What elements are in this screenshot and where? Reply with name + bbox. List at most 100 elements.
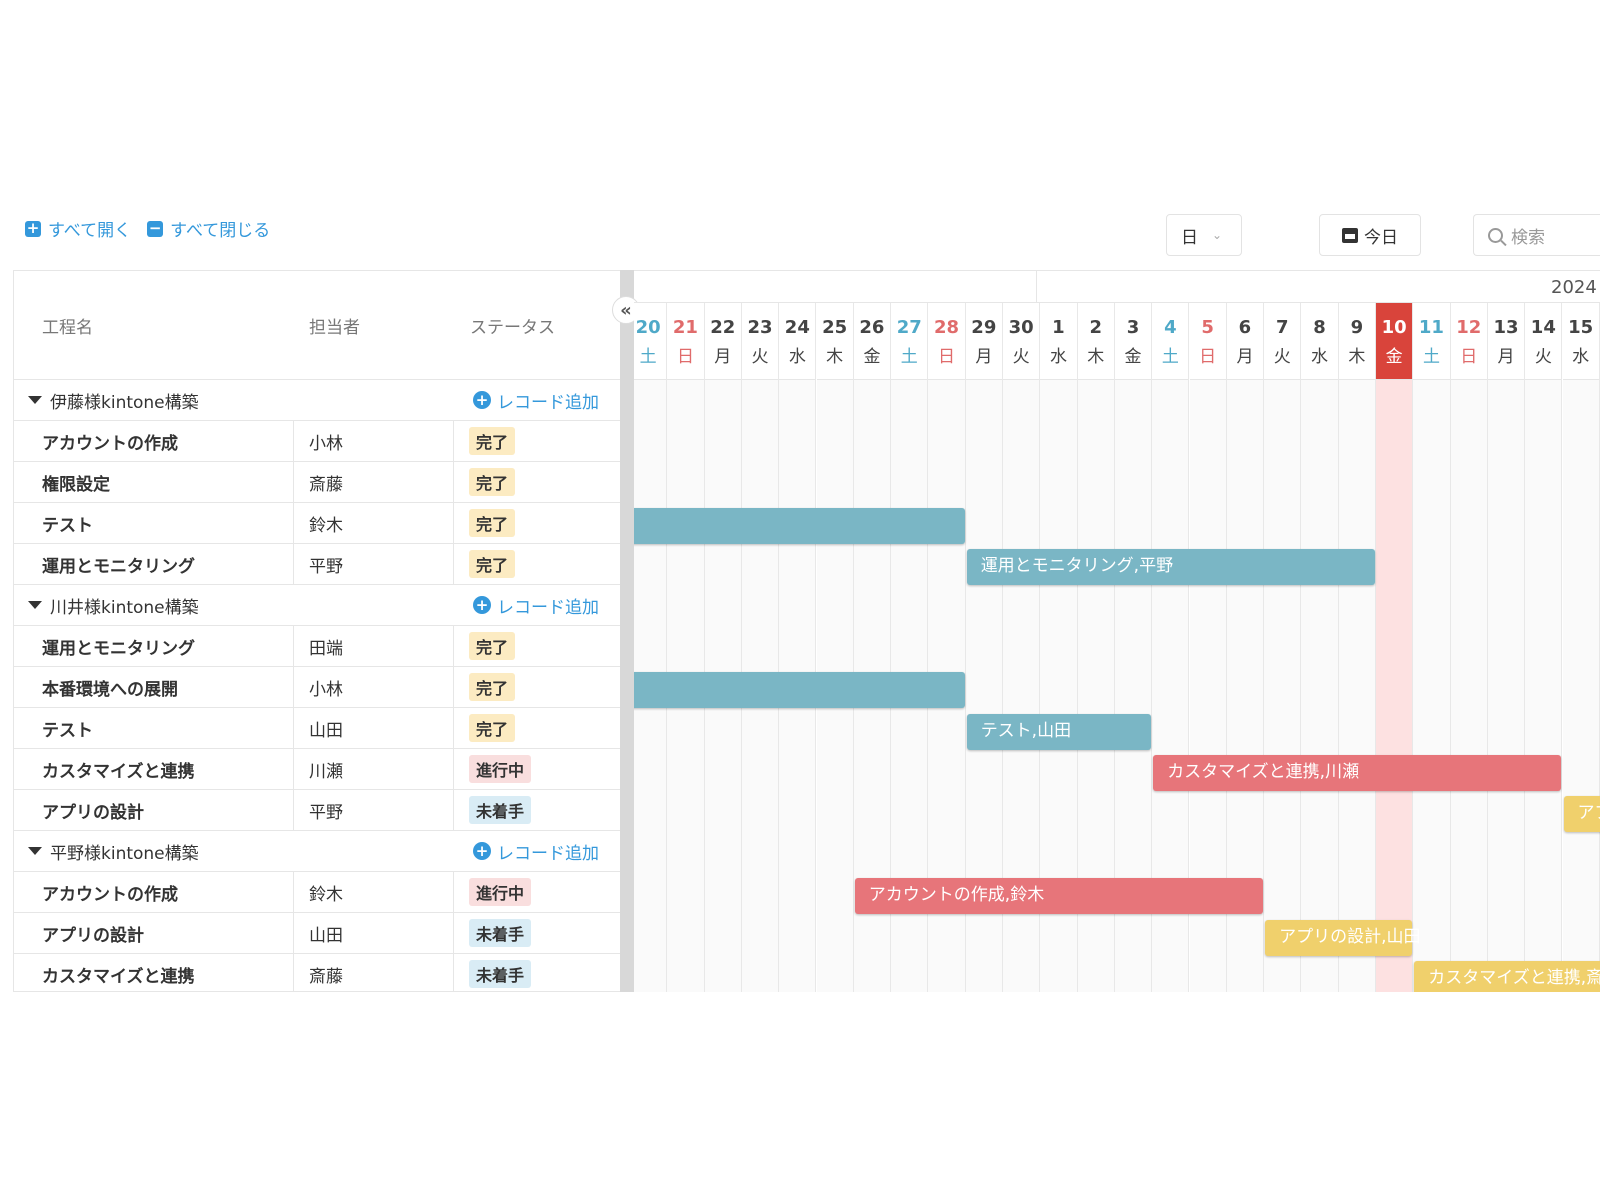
task-assignee: 山田 bbox=[294, 708, 454, 748]
add-record-button[interactable]: + レコード追加 bbox=[473, 839, 599, 864]
add-record-button[interactable]: + レコード追加 bbox=[473, 388, 599, 413]
task-name[interactable]: 権限設定 bbox=[14, 462, 294, 502]
search-input[interactable]: 検索 bbox=[1473, 214, 1600, 256]
day-weekday: 月 bbox=[714, 347, 732, 367]
today-button[interactable]: 今日 bbox=[1319, 214, 1421, 256]
task-name[interactable]: 運用とモニタリング bbox=[14, 626, 294, 666]
day-weekday: 木 bbox=[1348, 347, 1366, 367]
task-status-cell: 未着手 bbox=[454, 913, 532, 953]
gantt-bar[interactable]: アプリの設計,山田 bbox=[1265, 919, 1421, 956]
day-column: 25 木 bbox=[816, 303, 854, 992]
gantt-bar[interactable]: 運用とモニタリング,平野 bbox=[966, 548, 1375, 585]
day-header: 15 水 bbox=[1562, 303, 1599, 380]
task-name[interactable]: テスト bbox=[14, 708, 294, 748]
task-name[interactable]: アプリの設計 bbox=[14, 790, 294, 830]
table-row[interactable]: アカウントの作成 鈴木 進行中 bbox=[14, 872, 620, 913]
day-header: 5日 bbox=[1189, 303, 1226, 380]
day-number: 25 bbox=[822, 317, 848, 338]
day-header: 26 金 bbox=[853, 303, 891, 380]
day-column: 15 水 bbox=[1562, 303, 1600, 992]
day-header: 3金 bbox=[1114, 303, 1152, 380]
table-row[interactable]: テスト 鈴木 完了 bbox=[14, 503, 620, 544]
task-status-cell: 完了 bbox=[454, 626, 516, 666]
collapse-all-button[interactable]: − すべて閉じる bbox=[147, 216, 270, 241]
day-header: 20 土 bbox=[634, 303, 667, 380]
day-header: 7火 bbox=[1264, 303, 1301, 380]
plus-circle-icon: + bbox=[473, 842, 491, 860]
plus-square-icon: + bbox=[25, 218, 41, 237]
header-task-name[interactable]: 工程名 bbox=[14, 313, 294, 338]
header-assignee[interactable]: 担当者 bbox=[294, 313, 454, 338]
task-name[interactable]: カスタマイズと連携 bbox=[14, 954, 294, 991]
day-column: 23 火 bbox=[741, 303, 780, 992]
task-name[interactable]: アカウントの作成 bbox=[14, 872, 294, 912]
table-row[interactable]: 運用とモニタリング 田端 完了 bbox=[14, 626, 620, 667]
task-assignee: 平野 bbox=[294, 790, 454, 830]
table-row[interactable]: カスタマイズと連携 斎藤 未着手 bbox=[14, 954, 620, 991]
table-row[interactable]: アカウントの作成 小林 完了 bbox=[14, 421, 620, 462]
day-column: 9木 bbox=[1338, 303, 1376, 992]
gantt-bar[interactable]: J,小林 bbox=[634, 672, 965, 709]
add-record-button[interactable]: + レコード追加 bbox=[473, 593, 599, 618]
day-column: 7火 bbox=[1264, 303, 1302, 992]
gantt-bar[interactable]: アカウントの作成,鈴木 bbox=[854, 878, 1264, 915]
table-row[interactable]: アプリの設計 山田 未着手 bbox=[14, 913, 620, 954]
day-header: 1水 bbox=[1040, 303, 1077, 380]
double-chevron-left-icon: « bbox=[620, 299, 632, 321]
task-name[interactable]: アプリの設計 bbox=[14, 913, 294, 953]
task-name[interactable]: テスト bbox=[14, 503, 294, 543]
day-header: 21 日 bbox=[667, 303, 704, 380]
day-number: 26 bbox=[859, 317, 885, 338]
day-number: 14 bbox=[1530, 317, 1556, 338]
status-badge: 進行中 bbox=[469, 755, 532, 783]
day-header: 24 水 bbox=[779, 303, 816, 380]
expand-all-button[interactable]: + すべて開く bbox=[25, 216, 131, 241]
gantt-chart: 2024 20 土 21 日 22 月 23 火 24 水 25 木 26 金 27 土 28 日 29 月 30 火 1 水… bbox=[634, 270, 1600, 992]
view-scale-select[interactable]: 日 ⌄ bbox=[1166, 214, 1242, 256]
table-row[interactable]: 運用とモニタリング 平野 完了 bbox=[14, 544, 620, 585]
panel-splitter[interactable] bbox=[620, 270, 634, 992]
table-row[interactable]: 本番環境への展開 小林 完了 bbox=[14, 667, 620, 708]
table-row[interactable]: カスタマイズと連携 川瀬 進行中 bbox=[14, 749, 620, 790]
day-header: 30 火 bbox=[1003, 303, 1040, 380]
day-number: 29 bbox=[971, 317, 997, 338]
task-name[interactable]: アカウントの作成 bbox=[14, 421, 294, 461]
table-row[interactable]: アプリの設計 平野 未着手 bbox=[14, 790, 620, 831]
gantt-bar[interactable]: カスタマイズと連携,斎藤 bbox=[1414, 960, 1600, 992]
task-name[interactable]: カスタマイズと連携 bbox=[14, 749, 294, 789]
group-row[interactable]: 伊藤様kintone構築 + レコード追加 bbox=[14, 380, 620, 421]
day-number: 13 bbox=[1493, 317, 1519, 338]
status-badge: 完了 bbox=[469, 509, 516, 537]
day-weekday: 火 bbox=[751, 347, 769, 367]
gantt-bar[interactable]: アプリの bbox=[1563, 796, 1600, 832]
group-row[interactable]: 川井様kintone構築 + レコード追加 bbox=[14, 585, 620, 626]
day-header: 10 金 bbox=[1376, 303, 1413, 380]
task-table-header: 工程名 担当者 ステータス bbox=[14, 271, 620, 380]
task-status-cell: 完了 bbox=[454, 503, 516, 543]
gantt-bar[interactable] bbox=[634, 507, 965, 544]
table-row[interactable]: テスト 山田 完了 bbox=[14, 708, 620, 749]
task-name[interactable]: 運用とモニタリング bbox=[14, 544, 294, 584]
header-status[interactable]: ステータス bbox=[454, 313, 555, 338]
caret-down-icon[interactable] bbox=[28, 847, 42, 855]
day-number: 3 bbox=[1126, 317, 1140, 338]
expand-all-label: すべて開く bbox=[48, 221, 132, 241]
day-weekday: 月 bbox=[1497, 347, 1515, 367]
task-name[interactable]: 本番環境への展開 bbox=[14, 667, 294, 707]
gantt-bar[interactable]: テスト,山田 bbox=[966, 713, 1152, 750]
caret-down-icon[interactable] bbox=[28, 396, 42, 404]
group-row[interactable]: 平野様kintone構築 + レコード追加 bbox=[14, 831, 620, 872]
caret-down-icon[interactable] bbox=[28, 601, 42, 609]
table-row[interactable]: 権限設定 斎藤 完了 bbox=[14, 462, 620, 503]
day-header: 27 土 bbox=[891, 303, 928, 380]
day-number: 30 bbox=[1008, 317, 1034, 338]
day-column: 21 日 bbox=[667, 303, 705, 992]
gantt-bar[interactable]: カスタマイズと連携,川瀬 bbox=[1153, 754, 1562, 791]
expand-collapse-controls: + すべて開く − すべて閉じる bbox=[25, 216, 270, 241]
task-status-cell: 完了 bbox=[454, 462, 516, 502]
day-weekday: 土 bbox=[639, 347, 657, 367]
day-weekday: 水 bbox=[1049, 347, 1067, 367]
day-number: 21 bbox=[672, 317, 698, 338]
day-weekday: 土 bbox=[900, 347, 918, 367]
group-title: 川井様kintone構築 bbox=[50, 597, 199, 618]
